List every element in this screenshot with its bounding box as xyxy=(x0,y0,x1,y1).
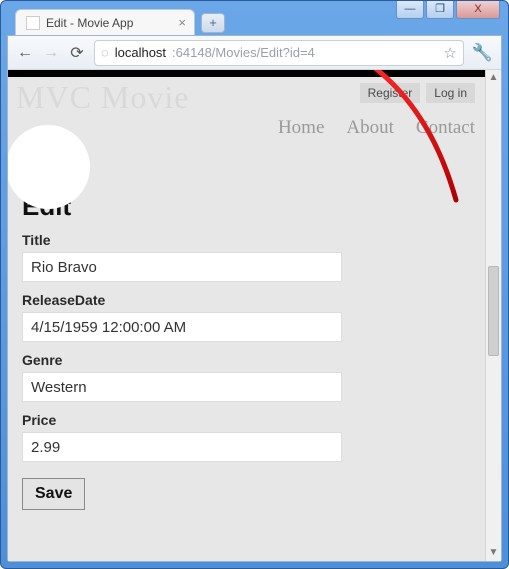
nav-home[interactable]: Home xyxy=(278,117,324,139)
input-price[interactable] xyxy=(22,432,342,462)
input-title[interactable] xyxy=(22,252,342,282)
settings-wrench-icon[interactable]: 🔧 xyxy=(472,43,493,63)
header-circle-decoration xyxy=(8,125,90,209)
bookmark-star-icon[interactable]: ☆ xyxy=(443,44,456,62)
nav-about[interactable]: About xyxy=(346,117,394,139)
scroll-track[interactable] xyxy=(486,86,501,545)
input-genre[interactable] xyxy=(22,372,342,402)
window-close-button[interactable]: X xyxy=(456,1,500,19)
page-heading: Edit xyxy=(22,191,471,222)
browser-tab-active[interactable]: Edit - Movie App × xyxy=(15,9,195,35)
reload-button[interactable]: ⟳ xyxy=(68,43,86,63)
account-links: Register Log in xyxy=(360,83,475,103)
url-path: :64148/Movies/Edit?id=4 xyxy=(172,45,315,60)
browser-toolbar: ← → ⟳ ◌ localhost :64148/Movies/Edit?id=4… xyxy=(8,36,501,70)
login-link[interactable]: Log in xyxy=(426,83,475,103)
tab-close-icon[interactable]: × xyxy=(178,15,186,30)
page-viewport: MVC Movie Register Log in Home About Con… xyxy=(8,70,501,561)
label-genre: Genre xyxy=(22,352,471,368)
scroll-thumb[interactable] xyxy=(488,266,499,356)
forward-button[interactable]: → xyxy=(42,44,60,62)
site-header: MVC Movie Register Log in Home About Con… xyxy=(8,77,485,163)
save-button[interactable]: Save xyxy=(22,478,85,510)
window-frame: — ❐ X Edit - Movie App × + ← → ⟳ ◌ local… xyxy=(0,0,509,569)
edit-form: Edit Title ReleaseDate Genre Price Save xyxy=(8,163,485,526)
address-bar[interactable]: ◌ localhost :64148/Movies/Edit?id=4 ☆ xyxy=(94,40,464,66)
tab-title: Edit - Movie App xyxy=(46,16,133,30)
new-tab-button[interactable]: + xyxy=(201,13,225,33)
site-brand[interactable]: MVC Movie xyxy=(16,79,189,116)
label-title: Title xyxy=(22,232,471,248)
vertical-scrollbar[interactable]: ▲ ▼ xyxy=(485,70,501,561)
scroll-down-icon[interactable]: ▼ xyxy=(489,545,499,561)
window-maximize-button[interactable]: ❐ xyxy=(426,1,454,19)
top-black-bar xyxy=(8,70,485,77)
site-info-icon[interactable]: ◌ xyxy=(101,45,109,60)
register-link[interactable]: Register xyxy=(360,83,421,103)
page-content: MVC Movie Register Log in Home About Con… xyxy=(8,70,485,561)
label-releasedate: ReleaseDate xyxy=(22,292,471,308)
tab-favicon xyxy=(26,16,40,30)
window-controls: — ❐ X xyxy=(394,1,500,19)
url-host: localhost xyxy=(115,45,166,60)
window-minimize-button[interactable]: — xyxy=(396,1,424,19)
scroll-up-icon[interactable]: ▲ xyxy=(489,70,499,86)
main-nav: Home About Contact xyxy=(278,117,475,139)
nav-contact[interactable]: Contact xyxy=(416,117,475,139)
input-releasedate[interactable] xyxy=(22,312,342,342)
back-button[interactable]: ← xyxy=(16,44,34,62)
label-price: Price xyxy=(22,412,471,428)
browser-body: ← → ⟳ ◌ localhost :64148/Movies/Edit?id=4… xyxy=(7,35,502,562)
